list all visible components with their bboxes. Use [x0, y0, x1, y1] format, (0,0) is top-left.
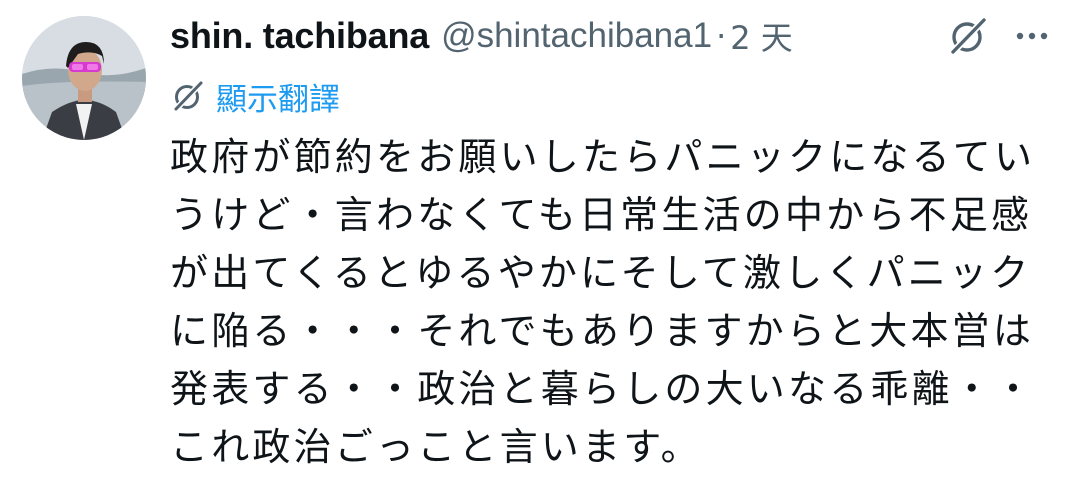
- tweet-text-line: 発表する・・政治と暮らしの大いなる乖離・・: [170, 367, 1036, 411]
- user-handle[interactable]: @shintachibana1: [441, 16, 712, 56]
- display-name[interactable]: shin. tachibana: [170, 15, 429, 57]
- tweet-header: shin. tachibana @shintachibana1 · 2 天: [170, 8, 793, 64]
- avatar-image: [22, 16, 146, 140]
- grok-translate-icon: [174, 81, 203, 111]
- tweet[interactable]: shin. tachibana @shintachibana1 · 2 天 顯示…: [0, 0, 1080, 479]
- grok-icon[interactable]: [946, 14, 990, 58]
- avatar[interactable]: [22, 16, 146, 140]
- tweet-text-line: が出てくるとゆるやかにそして激しくパニック: [170, 251, 1032, 295]
- translate-button[interactable]: 顯示翻譯: [170, 74, 340, 118]
- translate-label: 顯示翻譯: [216, 81, 340, 118]
- timestamp[interactable]: 2 天: [730, 13, 793, 59]
- tweet-text-line: に陥る・・・それでもありますからと大本営は: [170, 309, 1035, 353]
- tweet-text-line: うけど・言わなくても日常生活の中から不足感: [170, 193, 1033, 237]
- header-separator: ·: [716, 17, 727, 55]
- tweet-text-line: これ政治ごっこと言います。: [170, 425, 702, 469]
- tweet-text: 政府が節約をお願いしたらパニックになるてい うけど・言わなくても日常生活の中から…: [170, 128, 1070, 476]
- more-dots-icon[interactable]: [1010, 18, 1054, 54]
- tweet-text-line: 政府が節約をお願いしたらパニックになるてい: [170, 135, 1036, 179]
